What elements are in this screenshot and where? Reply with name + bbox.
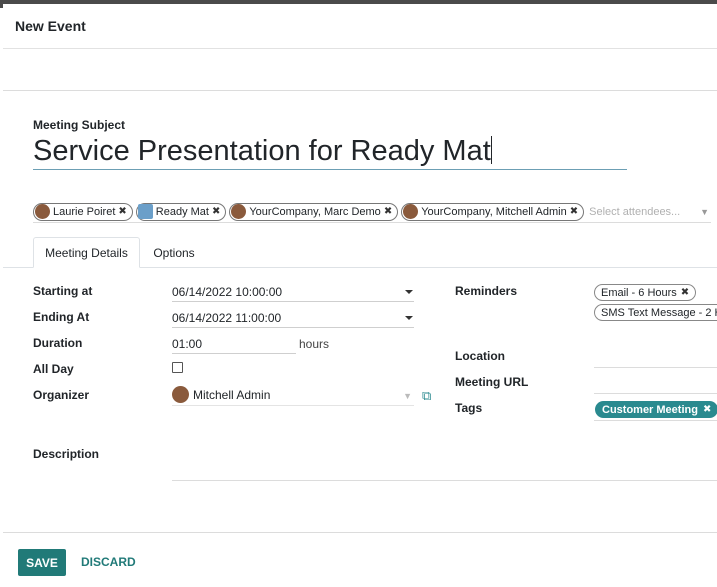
tab-options[interactable]: Options xyxy=(141,237,207,268)
tags-label: Tags xyxy=(455,401,483,415)
save-button[interactable]: SAVE xyxy=(18,549,66,576)
form-tabs: Meeting Details Options xyxy=(3,237,717,268)
avatar xyxy=(231,204,247,219)
attendee-search-input[interactable]: Select attendees... xyxy=(589,206,697,218)
chevron-down-icon[interactable]: ▼ xyxy=(700,207,709,217)
duration-unit: hours xyxy=(299,337,330,351)
description-input[interactable] xyxy=(172,480,717,481)
starting-at-input[interactable]: 06/14/2022 10:00:00 xyxy=(172,284,414,302)
remove-icon[interactable]: ✖ xyxy=(212,206,220,217)
description-label: Description xyxy=(33,447,100,461)
reminder-tag-label: Email - 6 Hours xyxy=(601,286,677,299)
starting-at-value: 06/14/2022 10:00:00 xyxy=(172,285,283,299)
remove-icon[interactable]: ✖ xyxy=(118,206,126,217)
dropdown-caret-icon xyxy=(405,290,413,294)
tag-label: Customer Meeting xyxy=(602,403,698,416)
meeting-subject-value: Service Presentation for Ready Mat xyxy=(33,135,491,167)
meeting-subject-label: Meeting Subject xyxy=(33,118,126,132)
duration-label: Duration xyxy=(33,336,83,350)
avatar xyxy=(35,204,50,219)
reminders-label: Reminders xyxy=(455,284,518,298)
attendee-name: YourCompany, Mitchell Admin xyxy=(421,205,567,218)
organizer-label: Organizer xyxy=(33,388,90,402)
duration-input[interactable]: 01:00 xyxy=(172,336,296,354)
reminder-tag-label: SMS Text Message - 2 H xyxy=(601,306,717,319)
location-label: Location xyxy=(455,349,505,363)
attendees-field[interactable]: Laurie Poiret ✖ Ready Mat ✖ YourCompany, M… xyxy=(33,201,711,223)
remove-icon[interactable]: ✖ xyxy=(681,287,689,298)
organizer-input[interactable]: Mitchell Admin ▼ xyxy=(172,386,414,406)
remove-icon[interactable]: ✖ xyxy=(570,206,578,217)
meeting-url-input[interactable] xyxy=(594,393,717,394)
modal-header: New Event xyxy=(3,4,717,49)
location-input[interactable] xyxy=(594,367,717,368)
company-logo-icon xyxy=(137,204,153,219)
all-day-checkbox[interactable] xyxy=(172,362,183,373)
attendee-name: Laurie Poiret xyxy=(53,205,116,218)
attendee-name: Ready Mat xyxy=(155,205,209,218)
starting-at-label: Starting at xyxy=(33,284,93,298)
all-day-label: All Day xyxy=(33,362,74,376)
attendee-tag[interactable]: YourCompany, Marc Demo ✖ xyxy=(229,202,399,221)
external-link-icon[interactable]: ⧉ xyxy=(422,388,431,404)
ending-at-value: 06/14/2022 11:00:00 xyxy=(172,311,282,325)
remove-icon[interactable]: ✖ xyxy=(384,206,392,217)
avatar xyxy=(172,386,189,403)
discard-button[interactable]: DISCARD xyxy=(81,555,136,569)
avatar xyxy=(403,204,419,219)
ending-at-input[interactable]: 06/14/2022 11:00:00 xyxy=(172,310,414,328)
meeting-url-label: Meeting URL xyxy=(455,375,529,389)
tags-input[interactable] xyxy=(594,420,717,421)
dropdown-caret-icon xyxy=(405,316,413,320)
toolbar-strip xyxy=(3,49,717,91)
remove-icon[interactable]: ✖ xyxy=(703,404,711,415)
modal-title: New Event xyxy=(15,18,86,34)
reminder-tag[interactable]: SMS Text Message - 2 H xyxy=(594,304,717,321)
text-caret xyxy=(490,136,493,164)
ending-at-label: Ending At xyxy=(33,310,90,324)
attendee-tag[interactable]: Ready Mat ✖ xyxy=(135,202,227,221)
attendee-tag[interactable]: YourCompany, Mitchell Admin ✖ xyxy=(401,202,585,221)
organizer-value: Mitchell Admin xyxy=(193,388,271,402)
tab-meeting-details[interactable]: Meeting Details xyxy=(33,237,140,268)
attendee-name: YourCompany, Marc Demo xyxy=(249,205,381,218)
customer-meeting-tag[interactable]: Customer Meeting ✖ xyxy=(595,401,717,418)
meeting-subject-input[interactable]: Service Presentation for Ready Mat xyxy=(33,134,627,170)
modal-footer: SAVE DISCARD xyxy=(3,532,717,587)
attendee-tag[interactable]: Laurie Poiret ✖ xyxy=(33,202,133,221)
reminder-tag[interactable]: Email - 6 Hours ✖ xyxy=(594,284,697,301)
form-sheet: Meeting Subject Service Presentation for… xyxy=(3,92,717,532)
new-event-dialog: New Event Meeting Subject Service Presen… xyxy=(3,4,717,587)
chevron-down-icon[interactable]: ▼ xyxy=(403,388,412,405)
